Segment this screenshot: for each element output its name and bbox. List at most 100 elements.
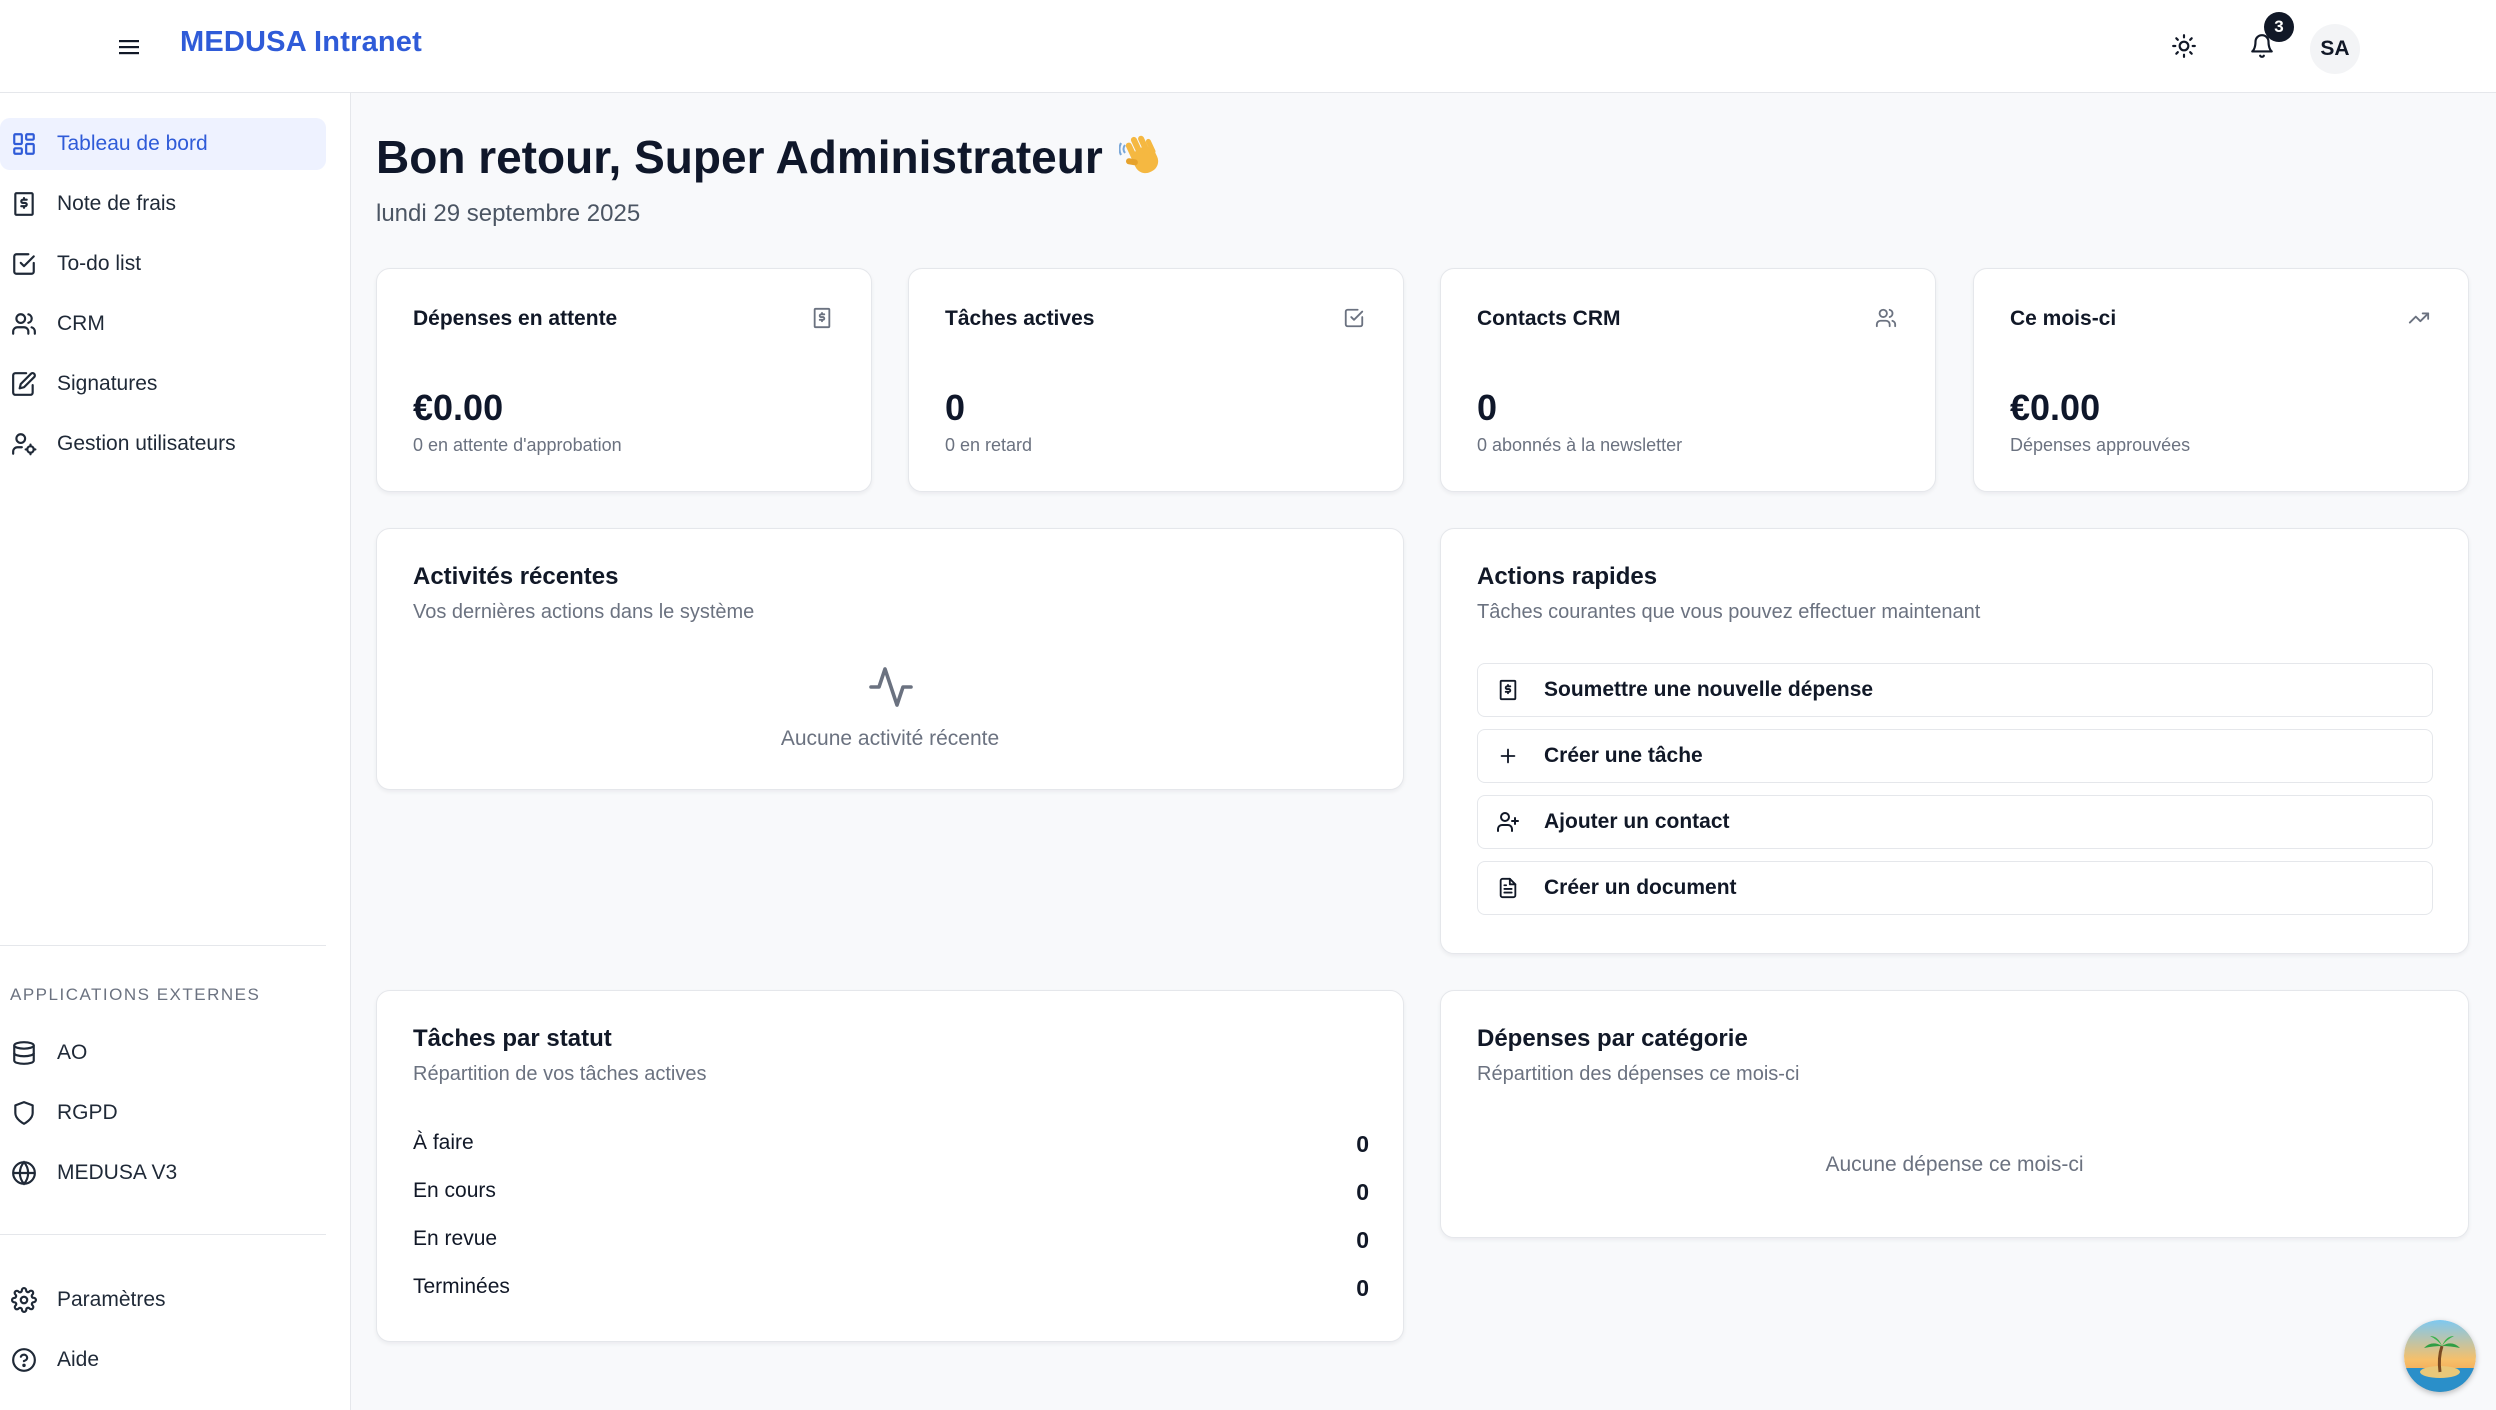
tasks-by-status-card: Tâches par statut Répartition de vos tâc… xyxy=(376,990,1404,1342)
sidebar-item-todo[interactable]: To-do list xyxy=(0,238,326,290)
receipt-dollar-icon xyxy=(1496,678,1520,702)
card-title: Dépenses par catégorie xyxy=(1477,1025,1748,1052)
plus-icon xyxy=(1496,744,1520,768)
card-description: Tâches courantes que vous pouvez effectu… xyxy=(1477,601,1981,623)
stat-card-pending-expenses[interactable]: Dépenses en attente €0.00 0 en attente d… xyxy=(376,268,872,492)
sidebar-item-label: Aide xyxy=(57,1348,100,1371)
create-task-button[interactable]: Créer une tâche xyxy=(1477,729,2433,783)
users-icon xyxy=(10,310,38,338)
stat-subtitle: 0 en attente d'approbation xyxy=(413,435,622,455)
receipt-dollar-icon xyxy=(10,190,38,218)
file-text-icon xyxy=(1496,876,1520,900)
stat-value: €0.00 xyxy=(413,387,504,428)
stat-subtitle: Dépenses approuvées xyxy=(2010,435,2191,455)
sidebar-item-dashboard[interactable]: Tableau de bord xyxy=(0,118,326,170)
sidebar-item-crm[interactable]: CRM xyxy=(0,298,326,350)
sidebar-item-label: MEDUSA V3 xyxy=(57,1161,178,1184)
status-count: 0 xyxy=(1356,1227,1369,1253)
button-label: Créer un document xyxy=(1544,876,1737,899)
sidebar-item-label: To-do list xyxy=(57,252,142,275)
menu-toggle-button[interactable] xyxy=(112,30,146,64)
button-label: Soumettre une nouvelle dépense xyxy=(1544,678,1874,701)
submit-expense-button[interactable]: Soumettre une nouvelle dépense xyxy=(1477,663,2433,717)
stat-card-this-month[interactable]: Ce mois-ci €0.00 Dépenses approuvées xyxy=(1973,268,2469,492)
sidebar-item-label: CRM xyxy=(57,312,105,335)
sidebar-item-label: AO xyxy=(57,1041,88,1064)
help-circle-icon xyxy=(10,1346,38,1374)
status-row: En cours 0 xyxy=(413,1179,1369,1206)
external-apps-heading: APPLICATIONS EXTERNES xyxy=(10,985,261,1004)
user-plus-icon xyxy=(1496,810,1520,834)
activity-icon xyxy=(867,663,915,711)
sidebar-item-rgpd[interactable]: RGPD xyxy=(0,1087,326,1139)
sidebar-item-expense-notes[interactable]: Note de frais xyxy=(0,178,326,230)
stat-value: 0 xyxy=(945,387,966,428)
current-date: lundi 29 septembre 2025 xyxy=(376,200,641,227)
sidebar-item-label: Note de frais xyxy=(57,192,177,215)
stat-value: 0 xyxy=(1477,387,1498,428)
recent-activity-card: Activités récentes Vos dernières actions… xyxy=(376,528,1404,790)
empty-expenses-text: Aucune dépense ce mois-ci xyxy=(1825,1153,2084,1176)
status-label: À faire xyxy=(413,1131,474,1154)
assistant-floating-button[interactable] xyxy=(2404,1320,2476,1392)
button-label: Ajouter un contact xyxy=(1544,810,1730,833)
user-cog-icon xyxy=(10,430,38,458)
stat-card-active-tasks[interactable]: Tâches actives 0 0 en retard xyxy=(908,268,1404,492)
app-brand-title[interactable]: MEDUSA Intranet xyxy=(180,26,422,59)
stat-title: Contacts CRM xyxy=(1477,307,1621,330)
expenses-by-category-card: Dépenses par catégorie Répartition des d… xyxy=(1440,990,2469,1238)
sidebar-item-settings[interactable]: Paramètres xyxy=(0,1274,326,1326)
pen-square-icon xyxy=(10,370,38,398)
sidebar-item-ao[interactable]: AO xyxy=(0,1027,326,1079)
sidebar-item-label: Signatures xyxy=(57,372,158,395)
tropical-island-icon xyxy=(2404,1320,2476,1392)
card-title: Actions rapides xyxy=(1477,563,1658,590)
button-label: Créer une tâche xyxy=(1544,744,1703,767)
sidebar-item-label: RGPD xyxy=(57,1101,118,1124)
user-avatar[interactable]: SA xyxy=(2310,24,2360,74)
empty-activity-text: Aucune activité récente xyxy=(780,727,1000,750)
stat-card-crm-contacts[interactable]: Contacts CRM 0 0 abonnés à la newsletter xyxy=(1440,268,1936,492)
hamburger-menu-icon xyxy=(119,40,139,55)
sidebar-item-label: Gestion utilisateurs xyxy=(57,432,236,455)
users-icon xyxy=(1875,307,1899,331)
sidebar-item-signatures[interactable]: Signatures xyxy=(0,358,326,410)
add-contact-button[interactable]: Ajouter un contact xyxy=(1477,795,2433,849)
sidebar-item-medusa-v3[interactable]: MEDUSA V3 xyxy=(0,1147,326,1199)
stat-title: Dépenses en attente xyxy=(413,307,618,330)
sidebar-item-help[interactable]: Aide xyxy=(0,1334,326,1386)
stat-title: Tâches actives xyxy=(945,307,1095,330)
sidebar-divider xyxy=(0,1234,326,1235)
stat-value: €0.00 xyxy=(2010,387,2101,428)
top-header: MEDUSA Intranet 3 SA xyxy=(0,0,2496,93)
status-count: 0 xyxy=(1356,1131,1369,1157)
stat-subtitle: 0 abonnés à la newsletter xyxy=(1477,435,1683,455)
gear-icon xyxy=(10,1286,38,1314)
card-description: Répartition des dépenses ce mois-ci xyxy=(1477,1063,1800,1085)
create-document-button[interactable]: Créer un document xyxy=(1477,861,2433,915)
quick-actions-card: Actions rapides Tâches courantes que vou… xyxy=(1440,528,2469,954)
stat-title: Ce mois-ci xyxy=(2010,307,2117,330)
sidebar-item-label: Tableau de bord xyxy=(57,132,208,155)
globe-icon xyxy=(10,1159,38,1187)
sidebar-item-user-management[interactable]: Gestion utilisateurs xyxy=(0,418,326,470)
status-label: Terminées xyxy=(413,1275,510,1298)
status-row: En revue 0 xyxy=(413,1227,1369,1254)
check-square-icon xyxy=(1343,307,1367,331)
theme-toggle-button[interactable] xyxy=(2164,26,2204,66)
trending-up-icon xyxy=(2408,307,2432,331)
notifications-count-badge: 3 xyxy=(2264,12,2294,42)
waving-hand-icon xyxy=(1118,131,1171,183)
greeting-text: Bon retour, Super Administrateur xyxy=(376,131,1103,183)
database-icon xyxy=(10,1039,38,1067)
status-row: Terminées 0 xyxy=(413,1275,1369,1302)
card-description: Répartition de vos tâches actives xyxy=(413,1063,707,1085)
sidebar-divider xyxy=(0,945,326,946)
page-title: Bon retour, Super Administrateur xyxy=(376,130,1171,184)
sidebar: Tableau de bord Note de frais To-do list… xyxy=(0,93,351,1410)
status-count: 0 xyxy=(1356,1179,1369,1205)
status-count: 0 xyxy=(1356,1275,1369,1301)
receipt-icon xyxy=(811,307,835,331)
status-label: En cours xyxy=(413,1179,496,1202)
status-label: En revue xyxy=(413,1227,498,1250)
